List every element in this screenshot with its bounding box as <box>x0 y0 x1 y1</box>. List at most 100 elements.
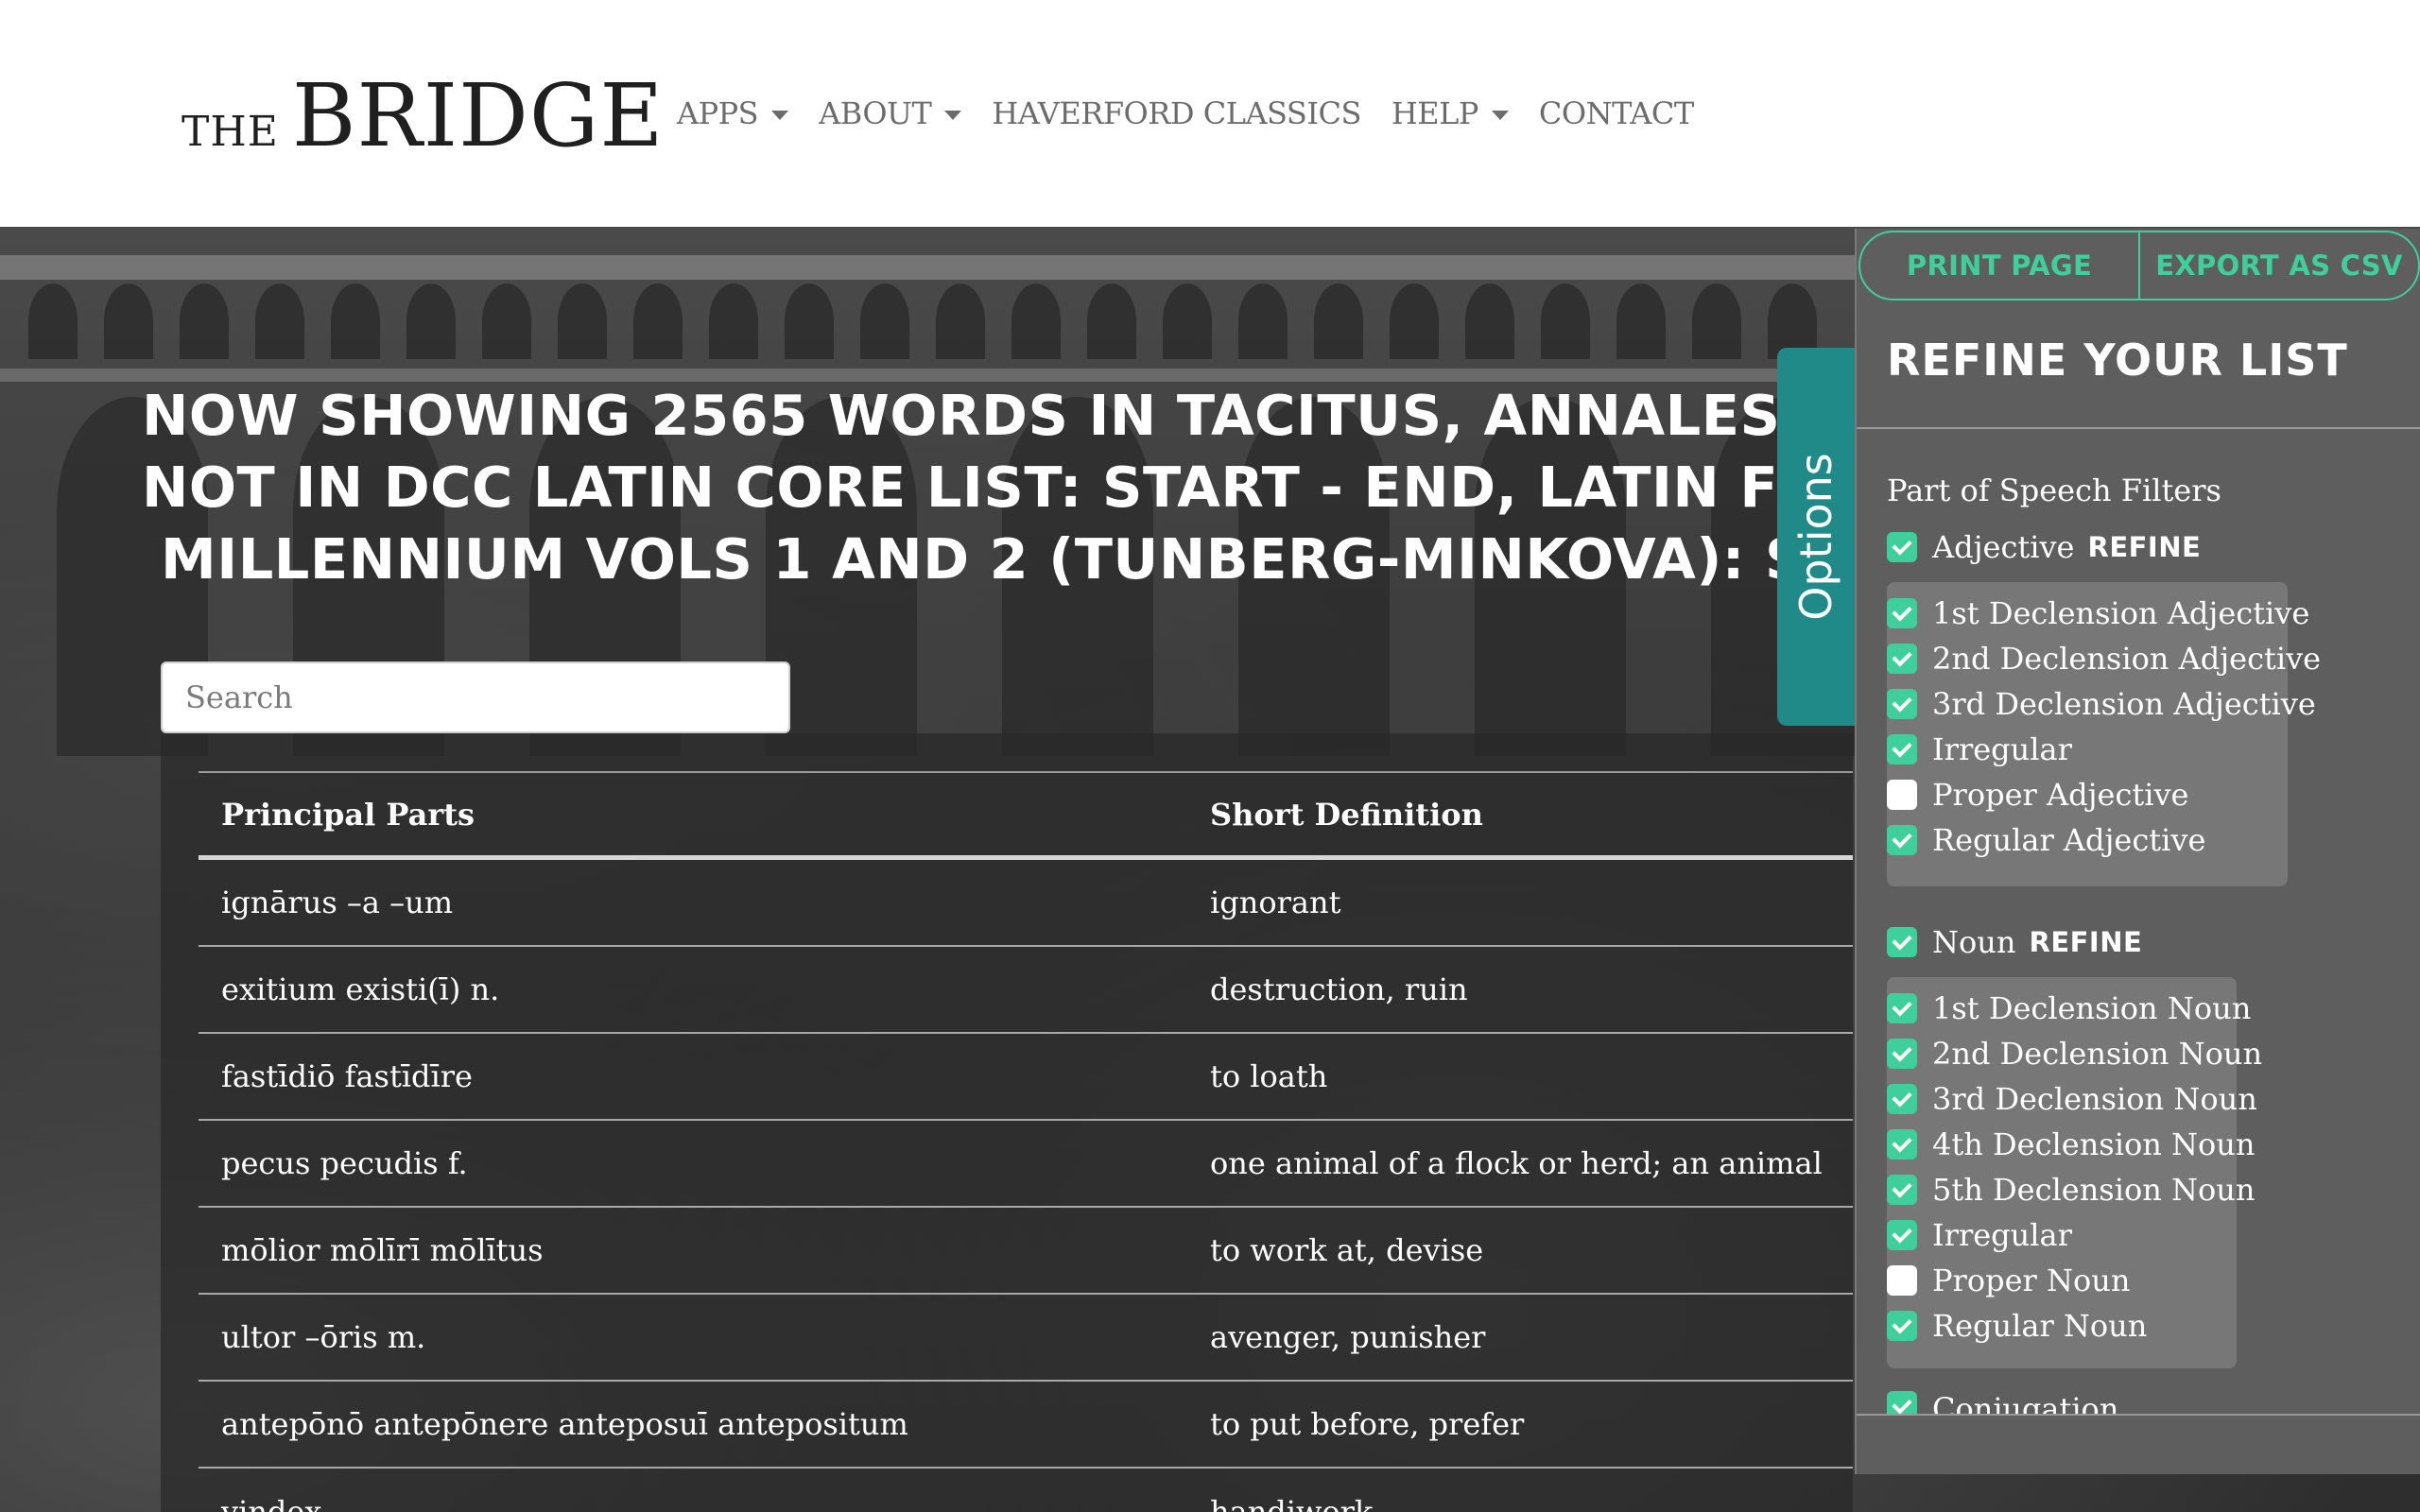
options-tab-label: Options <box>1790 453 1841 621</box>
page-title-line: MILLENNIUM VOLS 1 AND 2 (TUNBERG-MINKOVA… <box>161 526 1806 592</box>
adjective-subfilter-item[interactable]: Proper Adjective <box>1887 777 2188 813</box>
checkbox[interactable] <box>1887 1084 1917 1114</box>
nav-help[interactable]: HELP <box>1392 95 1509 131</box>
nav-apps[interactable]: APPS <box>677 95 789 131</box>
cell-short-definition: to loath <box>1210 1058 1328 1094</box>
checkbox[interactable] <box>1887 1265 1917 1296</box>
cell-short-definition: to put before, prefer <box>1210 1406 1525 1442</box>
refine-panel: PRINT PAGE EXPORT AS CSV REFINE YOUR LIS… <box>1855 229 2420 1474</box>
checkbox[interactable] <box>1887 644 1917 674</box>
conjugation-checkbox[interactable] <box>1887 1391 1917 1414</box>
options-tab-button[interactable]: Options <box>1777 348 1855 726</box>
table-header: Principal Parts Short Definition <box>199 771 1853 860</box>
table-row[interactable]: ignārus –a –um ignorant <box>199 860 1853 947</box>
checkbox[interactable] <box>1887 1175 1917 1205</box>
adjective-subfilter-item[interactable]: Irregular <box>1887 731 2072 767</box>
checkbox[interactable] <box>1887 734 1917 765</box>
nav-help-label: HELP <box>1391 95 1479 131</box>
page-title-line: NOT IN DCC LATIN CORE LIST: START - END,… <box>142 455 1824 520</box>
cell-short-definition: to work at, devise <box>1210 1232 1484 1268</box>
logo-the: THE <box>182 108 279 156</box>
adjective-checkbox[interactable] <box>1887 532 1917 562</box>
export-csv-button[interactable]: EXPORT AS CSV <box>2138 232 2418 299</box>
main-nav: APPS ABOUT HAVERFORD CLASSICS HELP CONTA… <box>677 91 1694 136</box>
table-row[interactable]: vindex handiwork <box>199 1469 1853 1512</box>
nav-contact[interactable]: CONTACT <box>1539 95 1694 131</box>
cell-short-definition: destruction, ruin <box>1210 971 1468 1007</box>
noun-subfilter-item[interactable]: Proper Noun <box>1887 1263 2130 1298</box>
nav-about[interactable]: ABOUT <box>819 95 962 131</box>
panel-divider <box>1857 427 2420 429</box>
checkbox[interactable] <box>1887 598 1917 628</box>
subfilter-label: Proper Adjective <box>1932 777 2189 813</box>
adjective-subfilter-item[interactable]: 3rd Declension Adjective <box>1887 686 2316 722</box>
cell-principal-parts: ignārus –a –um <box>221 885 454 920</box>
subfilter-label: Regular Adjective <box>1932 822 2206 858</box>
noun-subfilter-item[interactable]: 2nd Declension Noun <box>1887 1036 2262 1072</box>
nav-contact-label: CONTACT <box>1538 95 1694 131</box>
subfilter-label: Regular Noun <box>1932 1308 2148 1344</box>
noun-label: Noun <box>1932 924 2016 960</box>
noun-filter[interactable]: Noun REFINE <box>1887 924 2142 960</box>
checkbox[interactable] <box>1887 993 1917 1023</box>
cell-principal-parts: ultor –ōris m. <box>221 1319 426 1355</box>
noun-subfilter-item[interactable]: Regular Noun <box>1887 1308 2147 1344</box>
adjective-label: Adjective <box>1932 529 2075 565</box>
subfilter-label: Irregular <box>1932 1217 2072 1253</box>
column-header-short-definition[interactable]: Short Definition <box>1210 797 1853 833</box>
cell-principal-parts: fastīdiō fastīdīre <box>221 1058 473 1094</box>
subfilter-label: 1st Declension Noun <box>1932 990 2252 1026</box>
cell-short-definition: handiwork <box>1210 1494 1374 1512</box>
conjugation-filter[interactable]: Conjugation <box>1887 1391 2118 1414</box>
checkbox[interactable] <box>1887 689 1917 719</box>
cell-principal-parts: mōlior mōlīrī mōlītus <box>221 1232 544 1268</box>
table-row[interactable]: pecus pecudis f. one animal of a flock o… <box>199 1121 1853 1208</box>
subfilter-label: 1st Declension Adjective <box>1932 595 2310 631</box>
adjective-subfilters: 1st Declension Adjective 2nd Declension … <box>1887 582 2321 886</box>
checkbox[interactable] <box>1887 1311 1917 1341</box>
adjective-subfilter-item[interactable]: Regular Adjective <box>1887 822 2205 858</box>
table-row[interactable]: antepōnō antepōnere anteposuī antepositu… <box>199 1382 1853 1469</box>
search-input[interactable] <box>161 662 790 733</box>
table-row[interactable]: fastīdiō fastīdīre to loath <box>199 1034 1853 1121</box>
noun-subfilters: 1st Declension Noun 2nd Declension Noun … <box>1887 977 2262 1368</box>
subfilter-label: 3rd Declension Adjective <box>1932 686 2316 722</box>
adjective-subfilter-item[interactable]: 1st Declension Adjective <box>1887 595 2309 631</box>
column-header-principal-parts[interactable]: Principal Parts <box>199 797 1210 833</box>
checkbox[interactable] <box>1887 1220 1917 1250</box>
checkbox[interactable] <box>1887 825 1917 855</box>
table-row[interactable]: mōlior mōlīrī mōlītus to work at, devise <box>199 1208 1853 1295</box>
adjective-refine-link[interactable]: REFINE <box>2087 531 2201 563</box>
nav-apps-label: APPS <box>677 95 759 131</box>
noun-subfilter-item[interactable]: 5th Declension Noun <box>1887 1172 2255 1208</box>
adjective-subfilter-item[interactable]: 2nd Declension Adjective <box>1887 641 2321 677</box>
checkbox[interactable] <box>1887 780 1917 810</box>
subfilter-label: 4th Declension Noun <box>1932 1126 2256 1162</box>
adjective-filter[interactable]: Adjective REFINE <box>1887 529 2201 565</box>
caret-down-icon <box>1491 111 1509 120</box>
cell-short-definition: ignorant <box>1210 885 1341 920</box>
checkbox[interactable] <box>1887 1129 1917 1160</box>
print-page-button[interactable]: PRINT PAGE <box>1860 232 2138 299</box>
caret-down-icon <box>771 111 789 120</box>
noun-refine-link[interactable]: REFINE <box>2029 926 2142 958</box>
nav-haverford-classics[interactable]: HAVERFORD CLASSICS <box>992 95 1361 131</box>
site-header: THE BRIDGE APPS ABOUT HAVERFORD CLASSICS… <box>0 0 2420 227</box>
logo-bridge: BRIDGE <box>291 65 665 166</box>
table-row[interactable]: exitium existi(ī) n. destruction, ruin <box>199 947 1853 1034</box>
site-logo[interactable]: THE BRIDGE <box>182 65 665 166</box>
noun-subfilter-item[interactable]: 3rd Declension Noun <box>1887 1081 2257 1117</box>
table-row[interactable]: ultor –ōris m. avenger, punisher <box>199 1295 1853 1382</box>
noun-subfilter-item[interactable]: 1st Declension Noun <box>1887 990 2251 1026</box>
noun-subfilter-item[interactable]: 4th Declension Noun <box>1887 1126 2255 1162</box>
nav-about-label: ABOUT <box>819 95 932 131</box>
subfilter-label: 3rd Declension Noun <box>1932 1081 2257 1117</box>
subfilter-label: 2nd Declension Adjective <box>1932 641 2322 677</box>
checkbox[interactable] <box>1887 1039 1917 1069</box>
panel-button-group: PRINT PAGE EXPORT AS CSV <box>1858 231 2420 301</box>
subfilter-label: Proper Noun <box>1932 1263 2131 1298</box>
pos-filters-heading: Part of Speech Filters <box>1887 472 2221 508</box>
noun-subfilter-item[interactable]: Irregular <box>1887 1217 2072 1253</box>
panel-title: REFINE YOUR LIST <box>1887 335 2348 386</box>
noun-checkbox[interactable] <box>1887 927 1917 957</box>
